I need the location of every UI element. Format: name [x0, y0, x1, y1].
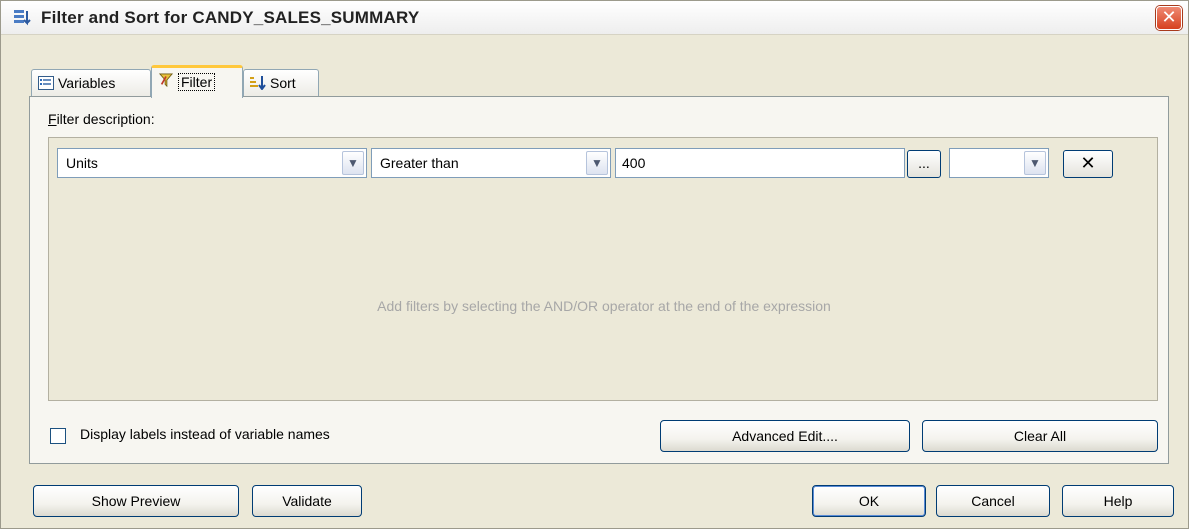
ok-label: OK — [858, 493, 880, 509]
tab-filter-label: Filter — [178, 73, 216, 91]
window-title: Filter and Sort for CANDY_SALES_SUMMARY — [41, 8, 420, 27]
logic-operator-dropdown[interactable]: ▼ — [949, 148, 1049, 178]
display-labels-checkbox[interactable] — [50, 428, 66, 444]
help-button[interactable]: Help — [1062, 485, 1174, 517]
clear-all-button[interactable]: Clear All — [922, 420, 1158, 452]
tab-sort-label: Sort — [270, 75, 296, 91]
variable-value: Units — [66, 155, 98, 171]
add-filter-hint: Add filters by selecting the AND/OR oper… — [377, 298, 831, 314]
close-icon: ✕ — [1161, 7, 1177, 27]
chevron-down-icon[interactable]: ▼ — [342, 151, 364, 175]
show-preview-button[interactable]: Show Preview — [33, 485, 239, 517]
tab-sort[interactable]: Sort — [243, 69, 319, 97]
chevron-down-icon[interactable]: ▼ — [586, 151, 608, 175]
ok-button[interactable]: OK — [812, 485, 926, 517]
validate-button[interactable]: Validate — [252, 485, 362, 517]
filter-value-input[interactable]: 400 — [615, 148, 905, 178]
validate-label: Validate — [282, 493, 332, 509]
variable-dropdown[interactable]: Units ▼ — [57, 148, 367, 178]
tab-variables-label: Variables — [58, 75, 116, 91]
filter-expression-area: Units ▼ Greater than ▼ 400 ... ▼ ✕ Add f… — [48, 137, 1158, 401]
cancel-label: Cancel — [971, 493, 1015, 509]
title-bar: Filter and Sort for CANDY_SALES_SUMMARY … — [1, 1, 1188, 35]
filter-sort-icon — [14, 10, 31, 26]
tab-variables[interactable]: Variables — [31, 69, 151, 97]
tab-filter[interactable]: Filter — [151, 65, 243, 98]
help-label: Help — [1103, 493, 1133, 509]
advanced-edit-button[interactable]: Advanced Edit.... — [660, 420, 910, 452]
filter-value-text: 400 — [622, 155, 646, 171]
browse-values-button[interactable]: ... — [907, 150, 941, 178]
ellipsis-icon: ... — [918, 155, 930, 171]
clear-all-label: Clear All — [1013, 428, 1067, 444]
filter-sort-dialog: Filter and Sort for CANDY_SALES_SUMMARY … — [0, 0, 1189, 529]
chevron-down-icon[interactable]: ▼ — [1024, 151, 1046, 175]
filter-panel: Filter description: Units ▼ Greater than… — [29, 96, 1169, 464]
display-labels-label: Display labels instead of variable names — [80, 426, 330, 442]
funnel-icon — [158, 73, 174, 87]
operator-value: Greater than — [380, 155, 459, 171]
sort-icon — [250, 76, 266, 90]
close-button[interactable]: ✕ — [1156, 6, 1182, 30]
cancel-button[interactable]: Cancel — [936, 485, 1050, 517]
filter-description-label: Filter description: — [48, 111, 155, 127]
show-preview-label: Show Preview — [91, 493, 181, 509]
variables-icon — [38, 76, 54, 90]
remove-filter-button[interactable]: ✕ — [1063, 150, 1113, 178]
operator-dropdown[interactable]: Greater than ▼ — [371, 148, 611, 178]
advanced-edit-label: Advanced Edit.... — [732, 428, 838, 444]
close-icon: ✕ — [1080, 153, 1096, 173]
